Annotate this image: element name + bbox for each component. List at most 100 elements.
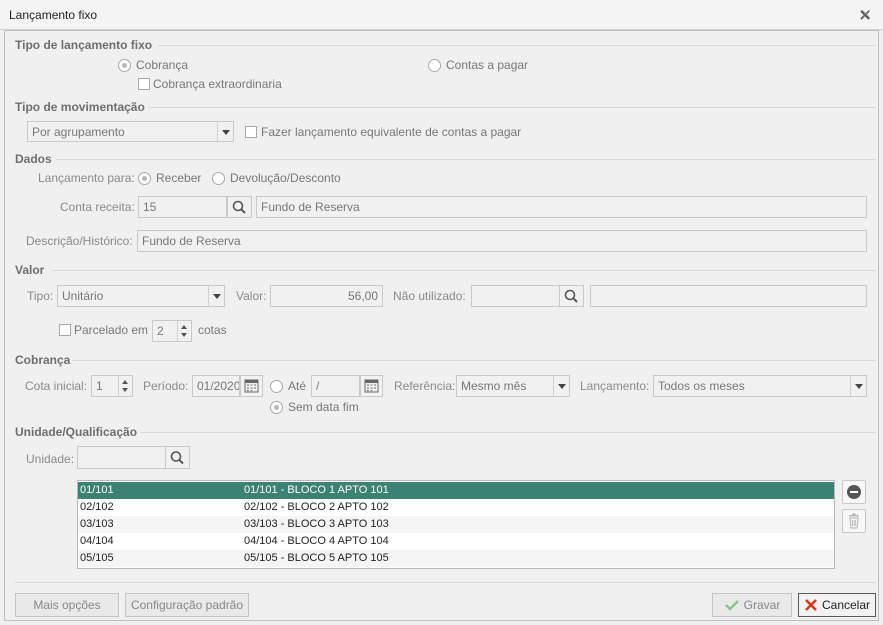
divider	[72, 360, 876, 361]
calendar-icon	[364, 379, 379, 393]
radio-devolucao-desconto[interactable]	[212, 172, 225, 185]
lancamento-select[interactable]: Todos os meses	[653, 375, 867, 397]
nao-utilizado-input[interactable]	[471, 285, 560, 307]
section-valor: Valor	[15, 263, 45, 277]
radio-ate-label: Até	[288, 379, 307, 393]
divider	[15, 582, 876, 583]
calendar-icon	[244, 379, 259, 393]
conta-receita-descricao: Fundo de Reserva	[256, 196, 867, 218]
configuracao-padrao-button[interactable]: Configuração padrão	[125, 593, 249, 617]
trash-icon	[849, 513, 859, 529]
conta-receita-label: Conta receita:	[60, 200, 135, 214]
radio-ate[interactable]	[270, 380, 283, 393]
cota-inicial-label: Cota inicial:	[25, 379, 88, 393]
chevron-down-icon	[208, 286, 224, 306]
stepper-arrows-icon[interactable]	[118, 376, 132, 396]
divider	[158, 45, 876, 46]
cota-inicial-stepper[interactable]: 1	[91, 375, 133, 397]
cancel-x-icon	[805, 599, 817, 611]
section-tipo-lancamento: Tipo de lançamento fixo	[15, 38, 153, 52]
conta-receita-search-button[interactable]	[227, 196, 252, 218]
periodo-label: Período:	[143, 379, 189, 393]
radio-sem-data-fim-label: Sem data fim	[288, 400, 359, 414]
chevron-down-icon	[850, 376, 866, 396]
conta-receita-input[interactable]: 15	[138, 196, 227, 218]
referencia-select[interactable]: Mesmo mês	[456, 375, 570, 397]
divider	[56, 159, 876, 160]
stepper-arrows-icon[interactable]	[177, 321, 191, 341]
table-row[interactable]: 02/102 02/102 - BLOCO 2 APTO 102	[78, 499, 834, 516]
divider	[148, 107, 876, 108]
gravar-label: Gravar	[743, 598, 781, 612]
table-row[interactable]: 05/105 05/105 - BLOCO 5 APTO 105	[78, 550, 834, 567]
divider	[52, 270, 876, 271]
divider	[140, 432, 876, 433]
movimentacao-select-value: Por agrupamento	[32, 124, 125, 139]
title-bar: Lançamento fixo	[0, 0, 883, 30]
section-cobranca: Cobrança	[15, 353, 71, 367]
parcelas-stepper[interactable]: 2	[152, 320, 192, 342]
referencia-label: Referência:	[394, 379, 456, 393]
search-icon	[232, 200, 246, 214]
radio-contas-a-pagar[interactable]	[428, 59, 441, 72]
minus-circle-icon	[847, 485, 861, 499]
radio-sem-data-fim[interactable]	[270, 401, 283, 414]
movimentacao-select[interactable]: Por agrupamento	[27, 121, 234, 142]
nao-utilizado-search-button[interactable]	[559, 285, 584, 307]
checkbox-cobranca-extraordinaria[interactable]	[138, 78, 150, 90]
descricao-historico-input[interactable]: Fundo de Reserva	[137, 230, 867, 252]
unidade-input[interactable]	[77, 446, 166, 469]
periodo-fim-calendar-button[interactable]	[360, 375, 383, 397]
unidade-list[interactable]: 01/101 01/101 - BLOCO 1 APTO 101 02/102 …	[77, 480, 835, 569]
table-row[interactable]: 01/101 01/101 - BLOCO 1 APTO 101	[78, 482, 834, 499]
periodo-inicio-calendar-button[interactable]	[240, 375, 263, 397]
periodo-inicio-input[interactable]: 01/2020	[192, 375, 240, 397]
check-icon	[724, 600, 739, 611]
tipo-label: Tipo:	[27, 289, 54, 303]
table-row[interactable]: 03/103 03/103 - BLOCO 3 APTO 103	[78, 516, 834, 533]
tipo-select[interactable]: Unitário	[57, 285, 225, 307]
search-icon	[564, 289, 578, 303]
radio-contas-a-pagar-label: Contas a pagar	[446, 58, 529, 72]
lancamento-para-label: Lançamento para:	[38, 171, 135, 185]
delete-unidade-button[interactable]	[842, 509, 866, 533]
section-tipo-movimentacao: Tipo de movimentação	[15, 100, 145, 114]
search-icon	[170, 451, 184, 465]
radio-devolucao-desconto-label: Devolução/Desconto	[230, 171, 341, 185]
chevron-down-icon	[217, 122, 233, 141]
radio-receber[interactable]	[138, 172, 151, 185]
cota-inicial-value: 1	[96, 379, 103, 393]
table-row[interactable]: 04/104 04/104 - BLOCO 4 APTO 104	[78, 533, 834, 550]
cancelar-label: Cancelar	[821, 598, 871, 612]
periodo-fim-input[interactable]: /	[311, 375, 360, 397]
window-title: Lançamento fixo	[9, 8, 98, 22]
referencia-select-value: Mesmo mês	[461, 379, 527, 393]
cancelar-button[interactable]: Cancelar	[798, 593, 876, 617]
radio-cobranca-label: Cobrança	[136, 58, 189, 72]
descricao-historico-label: Descrição/Histórico:	[26, 234, 133, 248]
checkbox-lancamento-equivalente[interactable]	[245, 126, 257, 138]
checkbox-parcelado[interactable]	[59, 324, 71, 336]
lancamento-select-value: Todos os meses	[658, 379, 745, 393]
valor-label: Valor:	[236, 289, 267, 303]
cotas-label: cotas	[198, 323, 227, 337]
radio-cobranca[interactable]	[118, 59, 131, 72]
close-icon[interactable]	[857, 7, 873, 23]
unidade-label: Unidade:	[26, 452, 75, 466]
unidade-search-button[interactable]	[165, 446, 190, 469]
checkbox-parcelado-label: Parcelado em	[74, 323, 149, 337]
remove-unidade-button[interactable]	[842, 480, 866, 504]
checkbox-lancamento-equivalente-label: Fazer lançamento equivalente de contas a…	[261, 125, 522, 139]
lancamento-label: Lançamento:	[580, 379, 650, 393]
mais-opcoes-button[interactable]: Mais opções	[15, 593, 119, 617]
nao-utilizado-descricao	[590, 285, 867, 307]
tipo-select-value: Unitário	[62, 289, 104, 303]
section-dados: Dados	[15, 152, 52, 166]
nao-utilizado-label: Não utilizado:	[393, 289, 466, 303]
valor-input[interactable]: 56,00	[270, 285, 383, 307]
radio-receber-label: Receber	[156, 171, 202, 185]
checkbox-cobranca-extraordinaria-label: Cobrança extraordinaria	[153, 77, 282, 91]
chevron-down-icon	[553, 376, 569, 396]
gravar-button[interactable]: Gravar	[712, 593, 792, 617]
section-unidade: Unidade/Qualificação	[15, 425, 138, 439]
